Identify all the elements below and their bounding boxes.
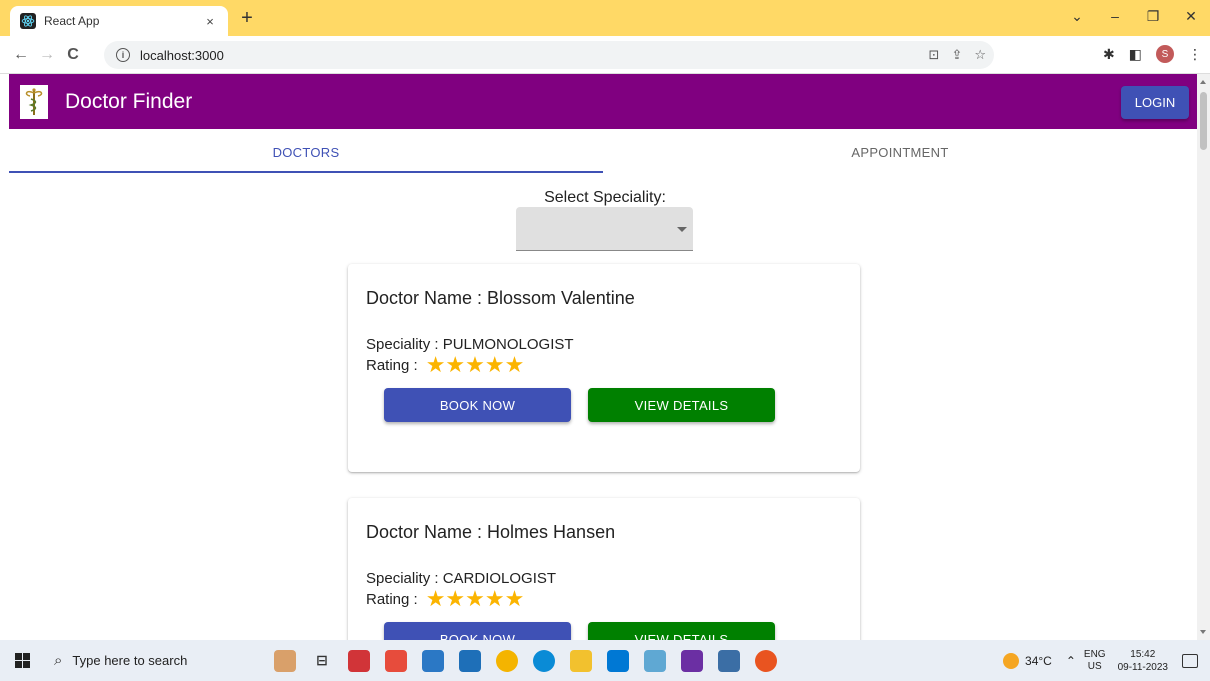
reader-app-icon[interactable]: [348, 649, 370, 672]
search-icon: ⌕: [54, 652, 63, 669]
close-window-button[interactable]: ✕: [1172, 8, 1210, 25]
vscode-icon[interactable]: [607, 649, 629, 672]
doctor-rating: Rating : ★★★★★: [366, 586, 842, 611]
mysql-icon[interactable]: [718, 649, 740, 672]
exit-app-icon[interactable]: [385, 649, 407, 672]
book-now-button[interactable]: BOOK NOW: [384, 388, 571, 422]
login-button[interactable]: LOGIN: [1121, 86, 1189, 119]
clock-time: 15:42: [1130, 648, 1156, 660]
speciality-label: Select Speciality:: [544, 189, 666, 206]
chrome-profile-icon[interactable]: [755, 649, 777, 672]
caduceus-logo-icon: [20, 84, 48, 119]
window-controls: ⌄ – ❐ ✕: [1058, 0, 1210, 32]
system-tray: 34°C ⌃ ENG US 15:42 09-11-2023: [1003, 640, 1210, 681]
install-app-icon[interactable]: ⊡: [929, 47, 940, 63]
doctor-card: Doctor Name : Holmes Hansen Speciality :…: [348, 498, 860, 640]
temperature: 34°C: [1025, 653, 1052, 668]
doctor-name: Doctor Name : Holmes Hansen: [366, 522, 616, 542]
weather-sun-icon: [1003, 652, 1020, 669]
doctor-speciality: Speciality : PULMONOLOGIST: [366, 336, 574, 353]
reload-icon[interactable]: C: [60, 46, 86, 64]
rating-label: Rating :: [366, 356, 418, 374]
address-bar[interactable]: i localhost:3000 ⊡ ⇪ ☆: [104, 41, 994, 69]
browser-tab[interactable]: React App ×: [10, 6, 228, 36]
doctor-name: Doctor Name : Blossom Valentine: [366, 288, 635, 308]
lang-code: ENG: [1083, 648, 1106, 660]
restore-button[interactable]: ❐: [1134, 8, 1172, 25]
scroll-up-icon[interactable]: [1200, 80, 1206, 84]
mail-icon[interactable]: [422, 649, 444, 672]
rating-label: Rating :: [366, 590, 418, 608]
site-info-icon[interactable]: i: [116, 48, 130, 62]
close-tab-icon[interactable]: ×: [202, 14, 218, 29]
windows-start-icon[interactable]: [0, 653, 44, 668]
page-scrollbar[interactable]: [1197, 74, 1210, 640]
main-tabs: DOCTORS APPOINTMENT: [9, 129, 1197, 173]
react-icon: [20, 13, 36, 29]
browser-tab-strip: React App × + ⌄ – ❐ ✕: [0, 0, 1210, 36]
app-header: Doctor Finder LOGIN: [9, 74, 1197, 129]
tab-appointment[interactable]: APPOINTMENT: [603, 129, 1197, 173]
store-icon[interactable]: [459, 649, 481, 672]
doctor-rating: Rating : ★★★★★: [366, 352, 842, 377]
file-explorer-icon[interactable]: [570, 649, 592, 672]
drawing-app-icon[interactable]: [644, 649, 666, 672]
profile-avatar[interactable]: S: [1156, 45, 1174, 63]
side-panel-icon[interactable]: ◧: [1129, 46, 1142, 63]
tab-doctors[interactable]: DOCTORS: [9, 129, 603, 173]
new-tab-button[interactable]: +: [236, 7, 258, 29]
star-rating-icon: ★★★★★: [425, 352, 525, 377]
region-code: US: [1087, 660, 1102, 672]
language-indicator[interactable]: ENG US: [1084, 649, 1106, 673]
task-view-icon[interactable]: ⊟: [311, 650, 333, 672]
speciality-select[interactable]: [516, 207, 693, 251]
url-text: localhost:3000: [140, 47, 224, 63]
extensions-icon[interactable]: ✱: [1103, 46, 1115, 63]
notification-icon[interactable]: [1182, 653, 1198, 668]
view-details-button[interactable]: VIEW DETAILS: [588, 388, 775, 422]
scroll-down-icon[interactable]: [1200, 630, 1206, 634]
clock[interactable]: 15:42 09-11-2023: [1118, 648, 1168, 674]
cortana-avatar-icon[interactable]: [274, 649, 296, 672]
back-icon[interactable]: ←: [8, 46, 34, 64]
tab-title: React App: [44, 14, 100, 28]
search-placeholder: Type here to search: [72, 653, 188, 668]
scrollbar-thumb[interactable]: [1200, 92, 1207, 150]
app-title: Doctor Finder: [65, 89, 193, 113]
windows-taskbar: ⌕ Type here to search ⊟ 34°C ⌃ ENG US 15…: [0, 640, 1210, 681]
taskbar-search[interactable]: ⌕ Type here to search: [44, 640, 234, 681]
show-hidden-icons-icon[interactable]: ⌃: [1066, 654, 1076, 668]
intellij-icon[interactable]: [681, 649, 703, 672]
forward-icon[interactable]: →: [34, 46, 60, 64]
view-details-button[interactable]: VIEW DETAILS: [588, 622, 775, 640]
clock-date: 09-11-2023: [1117, 661, 1168, 673]
share-icon[interactable]: ⇪: [951, 47, 962, 63]
book-now-button[interactable]: BOOK NOW: [384, 622, 571, 640]
dropdown-arrow-icon: [677, 227, 687, 232]
chrome-icon[interactable]: [496, 649, 518, 672]
menu-kebab-icon[interactable]: ⋮: [1188, 46, 1202, 63]
weather-widget[interactable]: 34°C: [1003, 652, 1052, 669]
star-rating-icon: ★★★★★: [425, 586, 525, 611]
doctor-card: Doctor Name : Blossom Valentine Speciali…: [348, 264, 860, 472]
doctor-speciality: Speciality : CARDIOLOGIST: [366, 570, 557, 587]
bookmark-star-icon[interactable]: ☆: [974, 47, 986, 63]
page-viewport: Doctor Finder LOGIN DOCTORS APPOINTMENT …: [0, 74, 1210, 640]
browser-toolbar: ← → C i localhost:3000 ⊡ ⇪ ☆ ✱ ◧ S ⋮: [0, 36, 1210, 74]
edge-icon[interactable]: [533, 649, 555, 672]
minimize-button[interactable]: –: [1096, 8, 1134, 24]
tab-search-icon[interactable]: ⌄: [1058, 8, 1096, 25]
